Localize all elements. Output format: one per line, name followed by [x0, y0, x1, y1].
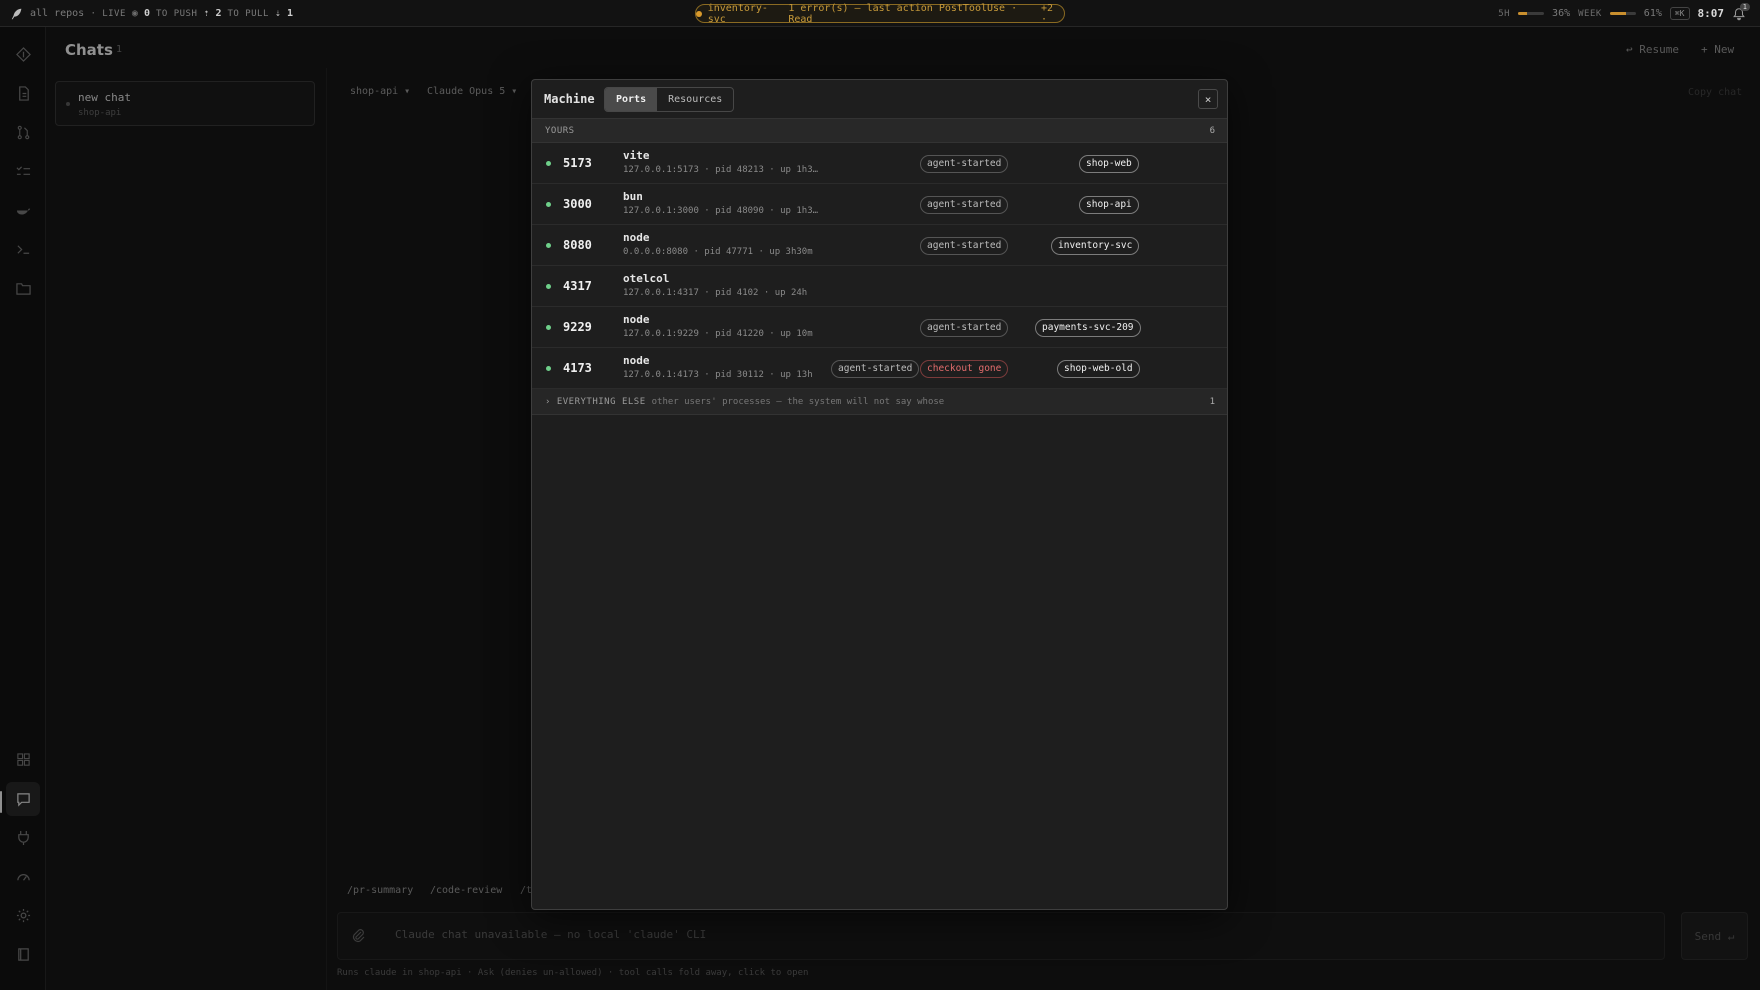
usage-week-label: WEEK — [1578, 8, 1602, 19]
process-meta: 127.0.0.1:5173 · pid 48213 · up 1h3… — [623, 165, 819, 175]
tag-checkout-gone: checkout gone — [920, 360, 1009, 378]
alert-service: inventory-svc — [707, 2, 768, 25]
process-name: vite — [623, 149, 650, 162]
port-number: 4173 — [563, 361, 592, 375]
tab-resources[interactable]: Resources — [657, 88, 733, 111]
process-meta: 0.0.0.0:8080 · pid 47771 · up 3h30m — [623, 247, 813, 257]
push-icon: ⇡ — [203, 8, 210, 19]
process-meta: 127.0.0.1:9229 · pid 41220 · up 10m — [623, 329, 813, 339]
port-number: 5173 — [563, 156, 592, 170]
modal-header: Machine Ports Resources × — [532, 80, 1227, 119]
usage-week-meter — [1609, 12, 1636, 15]
error-alert-pill[interactable]: inventory-svc 1 error(s) — last action P… — [695, 2, 1065, 25]
port-status-dot — [546, 202, 551, 207]
port-number: 4317 — [563, 279, 592, 293]
live-count: 0 — [143, 8, 150, 19]
warning-dot-icon — [696, 10, 702, 17]
top-bar: all repos · LIVE ◉ 0 TO PUSH ⇡ 2 TO PULL… — [0, 0, 1760, 27]
process-name: node — [623, 354, 650, 367]
usage-5h-label: 5H — [1498, 8, 1511, 19]
machine-modal: Machine Ports Resources × YOURS 6 5173 v… — [531, 79, 1228, 910]
process-name: node — [623, 231, 650, 244]
port-row[interactable]: 5173 vite 127.0.0.1:5173 · pid 48213 · u… — [532, 143, 1227, 184]
repo-tag[interactable]: shop-api — [1079, 196, 1139, 214]
usage-week-value: 61% — [1643, 8, 1662, 19]
tag-agent-started: agent-started — [920, 155, 1009, 173]
tag-agent-started: agent-started — [831, 360, 920, 378]
command-palette-shortcut[interactable]: ⌘K — [1669, 7, 1690, 20]
feather-logo-icon[interactable] — [10, 7, 24, 21]
port-row[interactable]: 4317 otelcol 127.0.0.1:4317 · pid 4102 ·… — [532, 266, 1227, 307]
port-row[interactable]: 8080 node 0.0.0.0:8080 · pid 47771 · up … — [532, 225, 1227, 266]
live-label: LIVE — [102, 8, 126, 19]
process-name: otelcol — [623, 272, 670, 285]
tab-ports[interactable]: Ports — [605, 88, 658, 111]
process-meta: 127.0.0.1:3000 · pid 48090 · up 1h3… — [623, 206, 819, 216]
port-status-dot — [546, 284, 551, 289]
port-number: 3000 — [563, 197, 592, 211]
port-row[interactable]: 9229 node 127.0.0.1:9229 · pid 41220 · u… — [532, 307, 1227, 348]
push-count: 2 — [215, 8, 222, 19]
port-number: 8080 — [563, 238, 592, 252]
section-else-subtitle: other users' processes — the system will… — [651, 397, 945, 407]
tag-agent-started: agent-started — [920, 237, 1009, 255]
port-status-dot — [546, 243, 551, 248]
pull-count: 1 — [286, 8, 293, 19]
modal-title: Machine — [544, 92, 595, 106]
pull-label: TO PULL — [227, 8, 269, 19]
repo-tag[interactable]: payments-svc-209 — [1035, 319, 1141, 337]
process-meta: 127.0.0.1:4173 · pid 30112 · up 13h — [623, 370, 813, 380]
port-status-dot — [546, 161, 551, 166]
tag-agent-started: agent-started — [920, 196, 1009, 214]
push-label: TO PUSH — [155, 8, 198, 19]
repos-scope[interactable]: all repos — [30, 8, 84, 19]
live-icon: ◉ — [131, 8, 138, 19]
notifications-count: 1 — [1739, 2, 1750, 11]
process-name: bun — [623, 190, 643, 203]
repo-status: all repos · LIVE ◉ 0 TO PUSH ⇡ 2 TO PULL… — [10, 0, 293, 27]
section-else-label: › EVERYTHING ELSE other users' processes … — [545, 397, 944, 407]
repo-tag[interactable]: shop-web-old — [1057, 360, 1140, 378]
pull-icon: ⇣ — [274, 8, 281, 19]
port-number: 9229 — [563, 320, 592, 334]
clock: 8:07 — [1697, 7, 1725, 20]
repo-tag[interactable]: shop-web — [1079, 155, 1139, 173]
usage-week-fill — [1609, 12, 1626, 15]
usage-5h-meter — [1518, 12, 1545, 15]
section-else-count: 1 — [1209, 397, 1215, 407]
close-button[interactable]: × — [1198, 89, 1218, 109]
repo-tag[interactable]: inventory-svc — [1051, 237, 1140, 255]
port-row[interactable]: 4173 node 127.0.0.1:4173 · pid 30112 · u… — [532, 348, 1227, 389]
alert-text: 1 error(s) — last action PostToolUse · R… — [788, 2, 1018, 25]
process-name: node — [623, 313, 650, 326]
section-yours: YOURS 6 — [532, 119, 1227, 143]
section-else-title: › EVERYTHING ELSE — [545, 397, 646, 407]
usage-5h-value: 36% — [1552, 8, 1571, 19]
modal-tabs: Ports Resources — [604, 87, 735, 112]
section-everything-else[interactable]: › EVERYTHING ELSE other users' processes … — [532, 389, 1227, 415]
section-yours-count: 6 — [1209, 126, 1215, 136]
tag-agent-started: agent-started — [920, 319, 1009, 337]
alert-more: +2 · — [1041, 2, 1054, 25]
port-status-dot — [546, 366, 551, 371]
section-yours-label: YOURS — [545, 126, 575, 136]
port-row[interactable]: 3000 bun 127.0.0.1:3000 · pid 48090 · up… — [532, 184, 1227, 225]
usage-area: 5H 36% WEEK 61% ⌘K 8:07 1 — [1498, 0, 1750, 27]
process-meta: 127.0.0.1:4317 · pid 4102 · up 24h — [623, 288, 808, 298]
usage-5h-fill — [1518, 12, 1528, 15]
port-status-dot — [546, 325, 551, 330]
notifications-bell-icon[interactable]: 1 — [1732, 2, 1750, 21]
